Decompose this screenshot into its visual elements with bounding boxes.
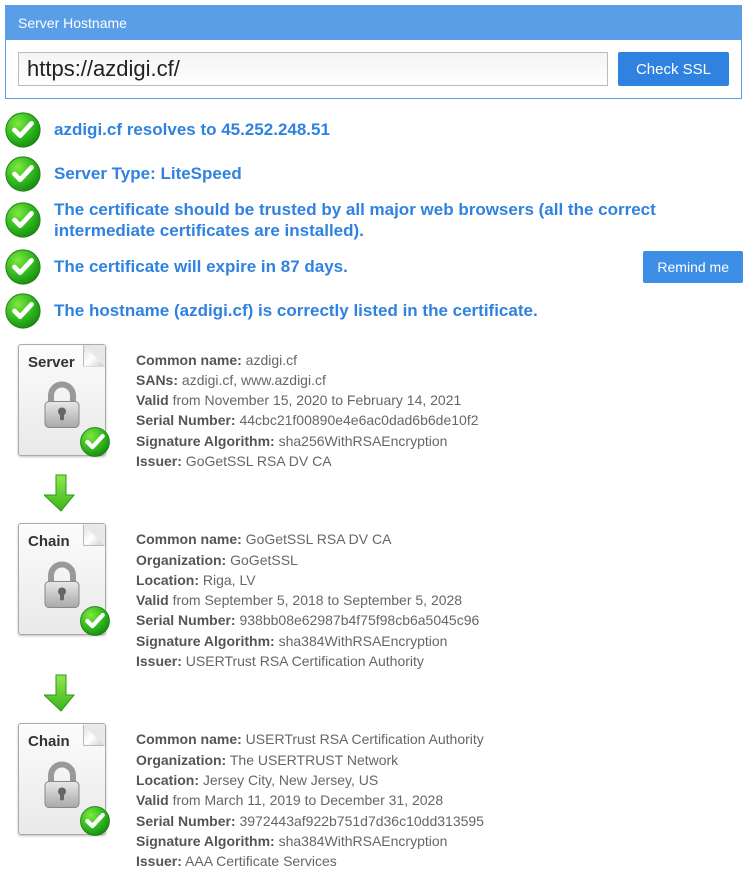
status-row-trusted: The certificate should be trusted by all…	[4, 199, 743, 242]
status-text: The certificate will expire in 87 days.	[54, 256, 631, 277]
cert-field: Valid from September 5, 2018 to Septembe…	[136, 590, 479, 610]
check-icon	[78, 804, 112, 841]
status-text: Server Type: LiteSpeed	[54, 163, 743, 184]
cert-field: Serial Number: 938bb08e62987b4f75f98cb6a…	[136, 610, 479, 630]
cert-details: Common name: GoGetSSL RSA DV CA Organiza…	[136, 519, 479, 671]
status-text: The certificate should be trusted by all…	[54, 199, 743, 242]
cert-details: Common name: azdigi.cf SANs: azdigi.cf, …	[136, 340, 479, 472]
cert-field: SANs: azdigi.cf, www.azdigi.cf	[136, 370, 479, 390]
cert-details: Common name: USERTrust RSA Certification…	[136, 719, 484, 871]
cert-block: Chain Common name: GoGetSSL RSA DV CA Or…	[0, 515, 747, 671]
cert-block: Server Common name: azdigi.cf SANs: azdi…	[0, 336, 747, 472]
status-row-server-type: Server Type: LiteSpeed	[4, 155, 743, 193]
status-row-hostname: The hostname (azdigi.cf) is correctly li…	[4, 292, 743, 330]
cert-field: Issuer: GoGetSSL RSA DV CA	[136, 451, 479, 471]
panel-title: Server Hostname	[6, 6, 741, 40]
status-text: The hostname (azdigi.cf) is correctly li…	[54, 300, 743, 321]
cert-field: Common name: GoGetSSL RSA DV CA	[136, 529, 479, 549]
cert-field: Common name: azdigi.cf	[136, 350, 479, 370]
cert-field: Organization: GoGetSSL	[136, 550, 479, 570]
check-icon	[4, 292, 42, 330]
arrow-down-icon	[44, 473, 747, 513]
cert-block: Chain Common name: USERTrust RSA Certifi…	[0, 715, 747, 871]
check-icon	[4, 111, 42, 149]
cert-field: Location: Riga, LV	[136, 570, 479, 590]
status-row-expire: The certificate will expire in 87 days. …	[4, 248, 743, 286]
hostname-input[interactable]	[18, 52, 608, 86]
status-text: azdigi.cf resolves to 45.252.248.51	[54, 119, 743, 140]
cert-document-icon: Chain	[14, 519, 110, 639]
cert-field: Location: Jersey City, New Jersey, US	[136, 770, 484, 790]
cert-field: Signature Algorithm: sha384WithRSAEncryp…	[136, 831, 484, 851]
check-icon	[4, 155, 42, 193]
cert-field: Valid from March 11, 2019 to December 31…	[136, 790, 484, 810]
check-icon	[4, 201, 42, 239]
cert-field: Serial Number: 3972443af922b751d7d36c10d…	[136, 811, 484, 831]
cert-field: Serial Number: 44cbc21f00890e4e6ac0dad6b…	[136, 410, 479, 430]
check-ssl-button[interactable]: Check SSL	[618, 52, 729, 86]
hostname-panel: Server Hostname Check SSL	[5, 5, 742, 99]
cert-field: Signature Algorithm: sha384WithRSAEncryp…	[136, 631, 479, 651]
check-icon	[4, 248, 42, 286]
cert-tag-label: Chain	[28, 733, 70, 750]
cert-field: Issuer: AAA Certificate Services	[136, 851, 484, 871]
cert-document-icon: Server	[14, 340, 110, 460]
cert-tag-label: Server	[28, 354, 75, 371]
check-icon	[78, 604, 112, 641]
cert-field: Organization: The USERTRUST Network	[136, 750, 484, 770]
status-list: azdigi.cf resolves to 45.252.248.51 Serv…	[0, 111, 747, 330]
check-icon	[78, 425, 112, 462]
cert-field: Issuer: USERTrust RSA Certification Auth…	[136, 651, 479, 671]
cert-field: Common name: USERTrust RSA Certification…	[136, 729, 484, 749]
cert-document-icon: Chain	[14, 719, 110, 839]
remind-me-button[interactable]: Remind me	[643, 251, 743, 283]
cert-field: Valid from November 15, 2020 to February…	[136, 390, 479, 410]
cert-field: Signature Algorithm: sha256WithRSAEncryp…	[136, 431, 479, 451]
arrow-down-icon	[44, 673, 747, 713]
status-row-resolves: azdigi.cf resolves to 45.252.248.51	[4, 111, 743, 149]
cert-tag-label: Chain	[28, 533, 70, 550]
